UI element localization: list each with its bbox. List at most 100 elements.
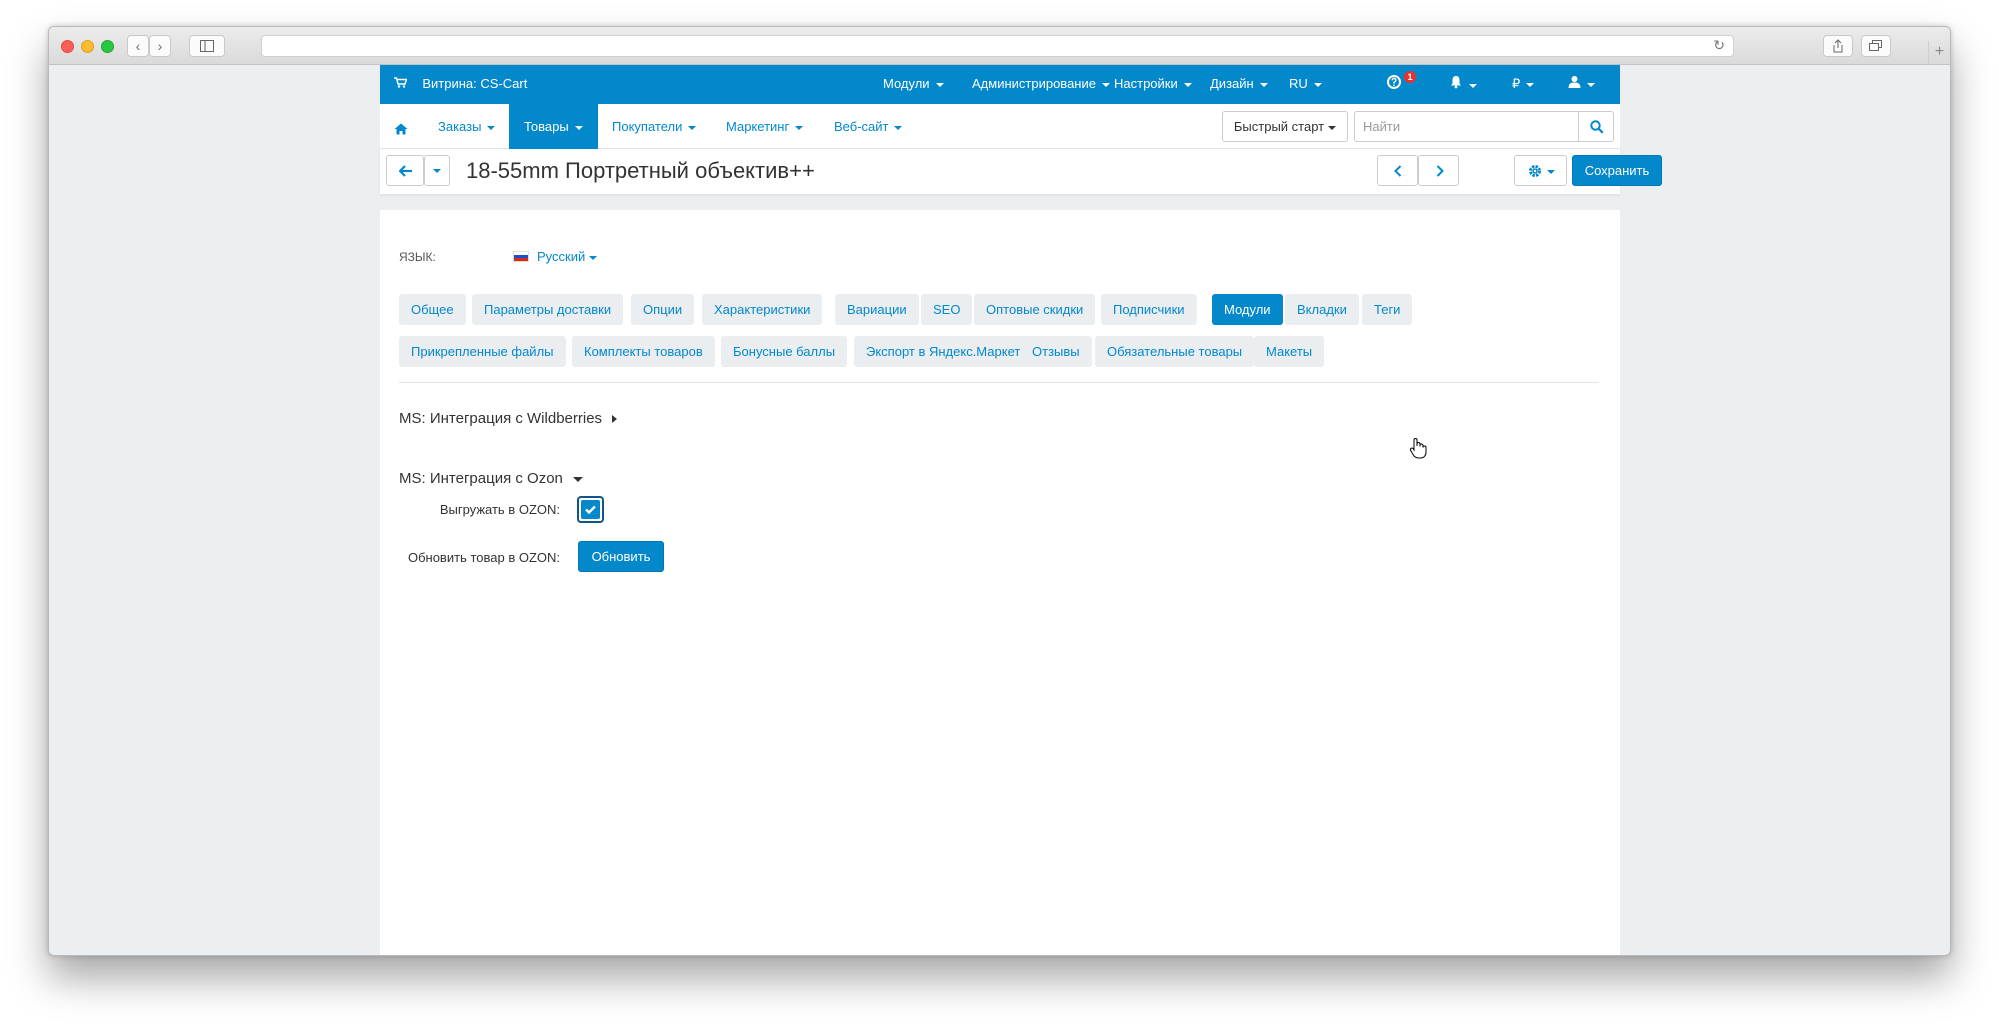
cart-icon [394,77,410,91]
menu-language[interactable]: RU [1289,76,1322,91]
nav-customers[interactable]: Покупатели [612,104,697,149]
currency-label: ₽ [1512,76,1521,91]
nav-customers-label: Покупатели [612,119,683,134]
nav-products[interactable]: Товары [509,104,598,149]
wildberries-section-title: MS: Интеграция с Wildberries [399,410,603,427]
reload-icon[interactable]: ↻ [1713,37,1725,54]
caret-right-icon [612,415,618,424]
tab-tags[interactable]: Теги [1362,294,1413,325]
caret-down-icon [572,476,583,482]
tab-features[interactable]: Характеристики [702,294,823,325]
zoom-window-button[interactable] [101,40,114,53]
menu-modules[interactable]: Модули [883,76,944,91]
top-bar: Витрина: CS-Cart Модули Администрировани… [380,65,1620,104]
tab-attachments[interactable]: Прикрепленные файлы [399,336,566,367]
ozon-export-checkbox[interactable] [577,496,604,523]
tab-wholesale[interactable]: Оптовые скидки [974,294,1096,325]
page-title: 18-55mm Портретный объектив++ [466,158,815,183]
tab-modules[interactable]: Модули [1212,294,1283,325]
menu-design[interactable]: Дизайн [1210,76,1268,91]
sidebar-toggle-icon[interactable] [189,35,225,57]
tab-variations[interactable]: Вариации [835,294,919,325]
checkmark-icon [585,505,596,515]
tab-reward-points[interactable]: Бонусные баллы [721,336,848,367]
browser-toolbar: ‹ › ↻ + [49,27,1950,65]
tabs-divider [399,382,1599,383]
menu-administration-label: Администрирование [972,76,1096,91]
tab-bundles[interactable]: Комплекты товаров [572,336,715,367]
arrow-left-icon [398,165,412,177]
back-history-dropdown[interactable] [424,155,450,186]
russia-flag-icon [513,251,529,262]
nav-website-label: Веб-сайт [834,119,889,134]
share-icon[interactable] [1823,35,1853,57]
storefront-label: Витрина: CS-Cart [422,76,528,91]
back-button[interactable] [386,155,424,186]
ozon-section-toggle[interactable]: MS: Интеграция с Ozon [399,470,583,487]
ozon-update-label: Обновить товар в OZON: [407,550,560,565]
browser-window: ‹ › ↻ + Витрина: CS-Cart Модули Админист… [48,26,1951,956]
wildberries-section-toggle[interactable]: MS: Интеграция с Wildberries [399,410,618,427]
chevron-down-icon [433,169,441,174]
admin-panel: Витрина: CS-Cart Модули Администрировани… [380,65,1662,955]
notification-badge: 1 [1404,71,1416,83]
next-product-button[interactable] [1418,155,1459,186]
tab-yandex-export[interactable]: Экспорт в Яндекс.Маркет [854,336,1033,367]
new-tab-icon[interactable]: + [1928,41,1950,65]
save-button[interactable]: Сохранить [1572,155,1662,186]
tab-options[interactable]: Опции [631,294,695,325]
back-icon[interactable]: ‹ [127,35,149,57]
tab-required-products[interactable]: Обязательные товары [1095,336,1255,367]
user-menu-icon[interactable] [1568,75,1595,91]
page-header: 18-55mm Портретный объектив++ Сохранить [380,149,1662,195]
chevron-right-icon [1436,165,1444,177]
menu-design-label: Дизайн [1210,76,1254,91]
nav-orders[interactable]: Заказы [438,104,496,149]
hand-cursor-icon [1409,437,1427,464]
currency-selector[interactable]: ₽ [1512,76,1535,92]
minimize-window-button[interactable] [81,40,94,53]
close-window-button[interactable] [61,40,74,53]
language-label: ЯЗЫК: [399,250,436,264]
language-selector[interactable]: Русский [513,249,598,264]
chevron-left-icon [1394,165,1402,177]
nav-products-label: Товары [524,119,569,134]
home-icon[interactable] [394,105,408,150]
nav-website[interactable]: Веб-сайт [834,104,903,149]
quick-start-button[interactable]: Быстрый старт [1222,111,1348,142]
menu-administration[interactable]: Администрирование [972,76,1110,91]
menu-language-label: RU [1289,76,1308,91]
gear-icon [1529,165,1541,177]
menu-settings-label: Настройки [1114,76,1178,91]
product-editor: ЯЗЫК: Русский Общее Параметры доставки О… [380,210,1620,955]
bell-icon[interactable] [1449,75,1477,92]
settings-dropdown-button[interactable] [1514,155,1567,186]
storefront-link[interactable]: Витрина: CS-Cart [394,76,527,91]
main-nav: Заказы Товары Покупатели Маркетинг Веб-с… [380,104,1620,149]
tabs-overview-icon[interactable] [1861,35,1891,57]
language-value: Русский [537,249,586,264]
help-icon[interactable] [1387,75,1401,92]
address-bar[interactable]: ↻ [261,35,1734,57]
tab-general[interactable]: Общее [399,294,466,325]
tab-layouts[interactable]: Макеты [1254,336,1325,367]
menu-settings[interactable]: Настройки [1114,76,1192,91]
nav-marketing[interactable]: Маркетинг [726,104,804,149]
nav-orders-label: Заказы [438,119,482,134]
tab-reviews[interactable]: Отзывы [1020,336,1092,367]
tab-tabs[interactable]: Вкладки [1285,294,1359,325]
ozon-section-title: MS: Интеграция с Ozon [399,470,563,487]
tab-seo[interactable]: SEO [921,294,973,325]
previous-product-button[interactable] [1377,155,1418,186]
ozon-update-button[interactable]: Обновить [578,541,664,572]
search-button[interactable] [1578,111,1614,142]
menu-modules-label: Модули [883,76,930,91]
forward-icon[interactable]: › [149,35,171,57]
search-icon [1590,120,1604,134]
tab-subscribers[interactable]: Подписчики [1101,294,1197,325]
tab-shipping-params[interactable]: Параметры доставки [472,294,624,325]
search-input[interactable] [1354,111,1578,142]
ozon-export-label: Выгружать в OZON: [439,502,560,517]
nav-marketing-label: Маркетинг [726,119,790,134]
quick-start-label: Быстрый старт [1233,119,1325,134]
